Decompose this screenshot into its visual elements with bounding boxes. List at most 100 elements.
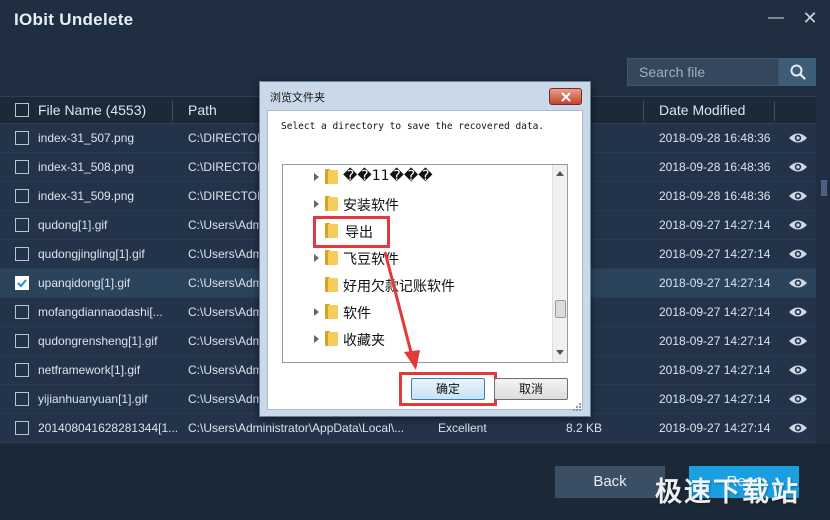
file-name-cell: qudongrensheng[1].gif	[38, 334, 158, 348]
folder-tree-item[interactable]: 好用欠款记账软件	[283, 273, 553, 297]
folder-icon	[325, 250, 338, 265]
row-checkbox[interactable]	[15, 334, 29, 348]
row-checkbox[interactable]	[15, 218, 29, 232]
preview-eye-icon[interactable]	[788, 131, 808, 145]
folder-tree: ��11��� 安装软件导出飞豆软件好用欠款记账软件 软件收藏夹	[282, 164, 568, 363]
folder-label: 软件	[343, 306, 371, 322]
preview-eye-icon[interactable]	[788, 305, 808, 319]
tree-scrollbar-thumb[interactable]	[555, 300, 566, 318]
file-name-cell: index-31_507.png	[38, 131, 135, 145]
file-date-cell: 2018-09-27 14:27:14	[659, 305, 771, 319]
select-all-checkbox[interactable]	[15, 103, 29, 117]
folder-icon	[325, 331, 338, 346]
app-title: IObit Undelete	[14, 10, 134, 29]
expand-arrow-icon[interactable]	[314, 308, 319, 316]
scroll-down-icon[interactable]	[556, 350, 564, 355]
folder-label: 飞豆软件	[343, 252, 399, 268]
column-separator	[172, 101, 173, 121]
file-date-cell: 2018-09-27 14:27:14	[659, 421, 771, 435]
folder-icon	[325, 277, 338, 292]
row-checkbox[interactable]	[15, 392, 29, 406]
dialog-title: 浏览文件夹	[270, 92, 325, 104]
file-date-cell: 2018-09-28 16:48:36	[659, 160, 771, 174]
file-date-cell: 2018-09-27 14:27:14	[659, 392, 771, 406]
file-date-cell: 2018-09-28 16:48:36	[659, 189, 771, 203]
preview-eye-icon[interactable]	[788, 392, 808, 406]
list-scrollbar[interactable]	[820, 124, 828, 444]
title-bar: IObit Undelete — ✕	[0, 0, 830, 40]
folder-tree-item[interactable]: 飞豆软件	[283, 246, 553, 270]
folder-tree-item[interactable]: 软件	[283, 300, 553, 324]
cancel-button[interactable]: 取消	[494, 378, 568, 400]
folder-icon	[325, 169, 338, 184]
preview-eye-icon[interactable]	[788, 189, 808, 203]
row-checkbox[interactable]	[15, 421, 29, 435]
search-button[interactable]	[779, 58, 816, 86]
file-name-cell: upanqidong[1].gif	[38, 276, 131, 290]
column-path[interactable]: Path	[188, 102, 217, 118]
search-icon	[790, 64, 806, 80]
preview-eye-icon[interactable]	[788, 160, 808, 174]
file-date-cell: 2018-09-27 14:27:14	[659, 363, 771, 377]
tree-scrollbar[interactable]	[552, 165, 567, 362]
column-separator	[774, 101, 775, 121]
column-date-modified[interactable]: Date Modified	[659, 102, 745, 118]
file-name-cell: index-31_509.png	[38, 189, 135, 203]
row-checkbox[interactable]	[15, 363, 29, 377]
file-date-cell: 2018-09-27 14:27:14	[659, 218, 771, 232]
column-file-name[interactable]: File Name (4553)	[38, 102, 146, 118]
search-input[interactable]	[628, 59, 778, 85]
preview-eye-icon[interactable]	[788, 363, 808, 377]
row-checkbox[interactable]	[15, 131, 29, 145]
file-name-cell: mofangdiannaodashi[...	[38, 305, 163, 319]
resize-grip-icon[interactable]	[572, 402, 582, 412]
folder-tree-item[interactable]: 安装软件	[283, 192, 553, 216]
table-row[interactable]: 20140804162828134​4[1... C:\Users\Adminis…	[0, 414, 816, 443]
expand-arrow-icon[interactable]	[314, 200, 319, 208]
file-name-cell: 20140804162828134​4[1...	[38, 421, 178, 435]
file-state-cell: Excellent	[438, 421, 487, 435]
row-checkbox[interactable]	[15, 247, 29, 261]
row-checkbox[interactable]	[15, 189, 29, 203]
preview-eye-icon[interactable]	[788, 334, 808, 348]
list-scrollbar-thumb[interactable]	[821, 180, 827, 196]
row-checkbox[interactable]	[15, 276, 29, 290]
expand-arrow-icon[interactable]	[314, 254, 319, 262]
file-name-cell: qudongjingling[1].gif	[38, 247, 145, 261]
preview-eye-icon[interactable]	[788, 421, 808, 435]
expand-arrow-icon[interactable]	[314, 335, 319, 343]
row-checkbox[interactable]	[15, 160, 29, 174]
preview-eye-icon[interactable]	[788, 218, 808, 232]
close-button[interactable]: ✕	[800, 8, 820, 28]
back-button[interactable]: Back	[555, 466, 665, 498]
dialog-close-button[interactable]	[549, 88, 582, 105]
file-name-cell: index-31_508.png	[38, 160, 135, 174]
watermark: 极速下载站	[655, 477, 800, 508]
file-name-cell: yijianhuanyuan[1].gif	[38, 392, 148, 406]
close-icon	[560, 91, 571, 102]
preview-eye-icon[interactable]	[788, 276, 808, 290]
folder-label: 收藏夹	[343, 333, 385, 349]
expand-arrow-icon[interactable]	[314, 173, 319, 181]
folder-icon	[325, 223, 338, 238]
dialog-instruction: Select a directory to save the recovered…	[281, 121, 545, 132]
search-box	[627, 58, 779, 86]
preview-eye-icon[interactable]	[788, 247, 808, 261]
file-date-cell: 2018-09-27 14:27:14	[659, 276, 771, 290]
folder-tree-item[interactable]: 收藏夹	[283, 327, 553, 351]
folder-label: 好用欠款记账软件	[343, 279, 455, 295]
minimize-button[interactable]: —	[766, 8, 786, 28]
check-icon	[17, 279, 27, 288]
row-checkbox[interactable]	[15, 305, 29, 319]
scroll-up-icon[interactable]	[556, 171, 564, 176]
folder-label: ��11���	[343, 168, 433, 184]
file-size-cell: 8.2 KB	[566, 421, 603, 435]
file-name-cell: netframework[1].gif	[38, 363, 141, 377]
folder-tree-item[interactable]: ��11���	[283, 165, 553, 189]
ok-button[interactable]: 确定	[411, 378, 485, 400]
folder-tree-item[interactable]: 导出	[283, 219, 553, 243]
browse-folder-dialog: 浏览文件夹 Select a directory to save the rec…	[259, 81, 591, 417]
dialog-body: Select a directory to save the recovered…	[267, 110, 583, 410]
folder-icon	[325, 196, 338, 211]
file-path-cell: C:\Users\Administrator\AppData\Local\...	[188, 421, 405, 435]
